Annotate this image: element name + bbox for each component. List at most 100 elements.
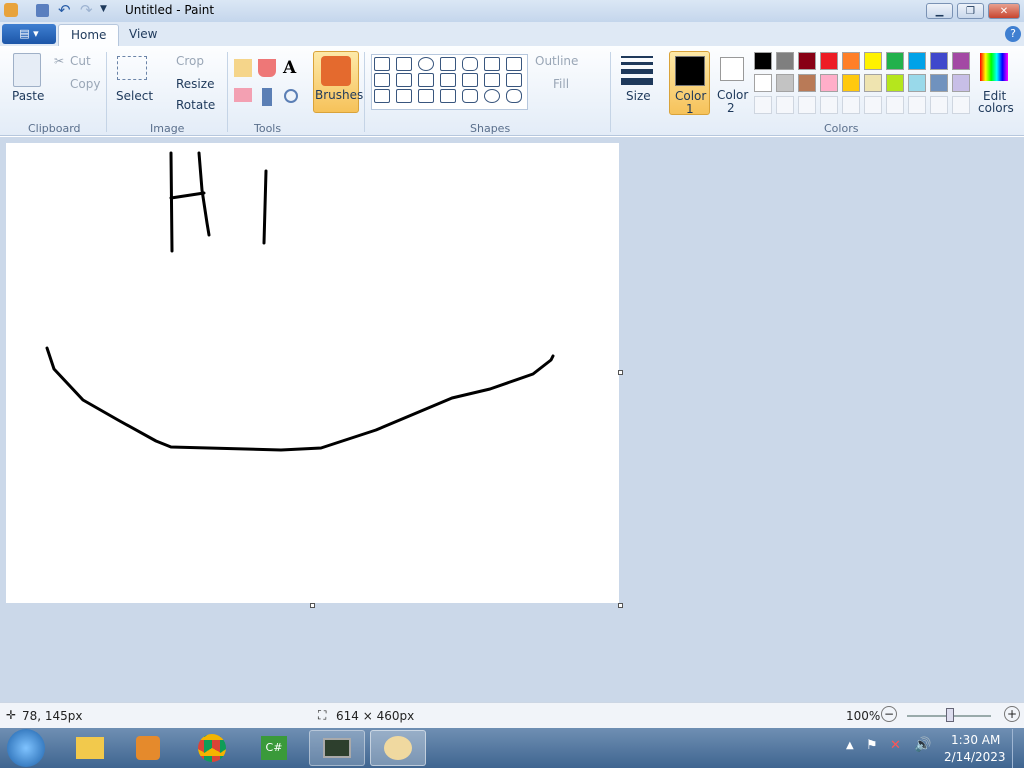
palette-color-1[interactable] [754,52,772,70]
shape-hexagon-icon[interactable] [440,73,456,87]
clock-date[interactable]: 2/14/2023 [944,750,1006,764]
select-icon[interactable] [117,56,147,80]
resize-handle-bottom[interactable] [310,603,315,608]
shapes-gallery[interactable] [371,54,528,110]
shape-left-arrow-icon[interactable] [484,73,500,87]
drawing-canvas[interactable] [6,143,619,603]
shape-rounded-rectangle-icon[interactable] [462,57,478,71]
shape-line-icon[interactable] [374,57,390,71]
shape-oval-icon[interactable] [418,57,434,71]
tab-view[interactable]: View [117,24,169,46]
shape-polygon-icon[interactable] [484,57,500,71]
restore-button[interactable]: ❐ [957,3,984,19]
palette-color-3[interactable] [798,52,816,70]
paste-button[interactable]: Paste [12,89,44,103]
palette-color-10[interactable] [952,52,970,70]
shape-up-arrow-icon[interactable] [506,73,522,87]
palette-color-9[interactable] [930,52,948,70]
palette-color-7[interactable] [886,52,904,70]
color1-button[interactable]: Color 1 [669,51,710,116]
custom-color-slot-6[interactable] [864,96,882,114]
palette-color-r2-7[interactable] [886,74,904,92]
taskbar-csharp-icon[interactable]: C# [246,730,302,766]
custom-color-slot-9[interactable] [930,96,948,114]
customize-qat-icon[interactable]: ▼ [100,4,107,14]
shape-right-triangle-icon[interactable] [374,73,390,87]
shape-diamond-icon[interactable] [396,73,412,87]
shape-six-point-star-icon[interactable] [440,89,456,103]
taskbar-chrome-icon[interactable] [184,730,240,766]
text-icon[interactable]: A [283,58,296,78]
shape-pentagon-icon[interactable] [418,73,434,87]
fill-icon[interactable] [258,59,276,77]
zoom-slider-thumb[interactable] [946,708,954,722]
clock-time[interactable]: 1:30 AM [951,733,1000,747]
resize-handle-right[interactable] [618,370,623,375]
redo-icon[interactable]: ↷ [80,1,93,19]
shape-four-point-star-icon[interactable] [396,89,412,103]
palette-color-r2-8[interactable] [908,74,926,92]
select-button[interactable]: Select [116,89,153,103]
shape-right-arrow-icon[interactable] [462,73,478,87]
minimize-button[interactable]: ▁ [926,3,953,19]
palette-color-r2-6[interactable] [864,74,882,92]
taskbar-explorer-icon[interactable] [62,730,118,766]
paste-icon[interactable] [13,53,41,87]
palette-color-6[interactable] [864,52,882,70]
shape-curve-icon[interactable] [396,57,412,71]
palette-color-4[interactable] [820,52,838,70]
rotate-button[interactable]: Rotate [176,98,215,112]
palette-color-8[interactable] [908,52,926,70]
taskbar-paint-icon[interactable] [370,730,426,766]
palette-color-2[interactable] [776,52,794,70]
custom-color-slot-10[interactable] [952,96,970,114]
shape-triangle-icon[interactable] [506,57,522,71]
color-picker-icon[interactable] [262,88,272,106]
network-icon[interactable]: ✕ [890,738,901,753]
zoom-out-button[interactable]: − [881,706,897,722]
fill-button[interactable]: Fill [553,77,569,91]
color2-label[interactable]: Color [717,88,748,102]
shape-callout-cloud-icon[interactable] [506,89,522,103]
show-desktop-button[interactable] [1012,729,1024,768]
custom-color-slot-2[interactable] [776,96,794,114]
custom-color-slot-3[interactable] [798,96,816,114]
shape-rectangle-icon[interactable] [440,57,456,71]
resize-handle-corner[interactable] [618,603,623,608]
paint-app-icon[interactable] [4,3,18,17]
copy-button[interactable]: Copy [70,77,100,91]
edit-colors-icon[interactable] [980,53,1008,81]
palette-color-r2-3[interactable] [798,74,816,92]
size-button[interactable]: Size [626,89,651,103]
shape-five-point-star-icon[interactable] [418,89,434,103]
eraser-icon[interactable] [234,88,252,102]
custom-color-slot-5[interactable] [842,96,860,114]
help-icon[interactable]: ? [1005,26,1021,42]
palette-color-r2-1[interactable] [754,74,772,92]
show-hidden-icons[interactable]: ▲ [846,740,854,751]
crop-button[interactable]: Crop [176,54,204,68]
color2-swatch[interactable] [720,57,744,81]
palette-color-r2-4[interactable] [820,74,838,92]
custom-color-slot-1[interactable] [754,96,772,114]
taskbar-terminal-icon[interactable] [309,730,365,766]
palette-color-r2-5[interactable] [842,74,860,92]
pencil-icon[interactable] [234,59,252,77]
palette-color-r2-2[interactable] [776,74,794,92]
custom-color-slot-8[interactable] [908,96,926,114]
palette-color-r2-9[interactable] [930,74,948,92]
outline-button[interactable]: Outline [535,54,578,68]
volume-icon[interactable]: 🔊 [914,737,931,753]
magnifier-icon[interactable] [284,89,298,103]
zoom-in-button[interactable]: + [1004,706,1020,722]
resize-button[interactable]: Resize [176,77,214,91]
tab-home[interactable]: Home [58,24,120,46]
cut-button[interactable]: Cut [70,54,91,68]
shape-callout-rect-icon[interactable] [462,89,478,103]
close-button[interactable]: ✕ [988,3,1020,19]
palette-color-5[interactable] [842,52,860,70]
size-icon[interactable] [621,56,653,85]
shape-down-arrow-icon[interactable] [374,89,390,103]
custom-color-slot-4[interactable] [820,96,838,114]
undo-icon[interactable]: ↶ [58,1,71,19]
